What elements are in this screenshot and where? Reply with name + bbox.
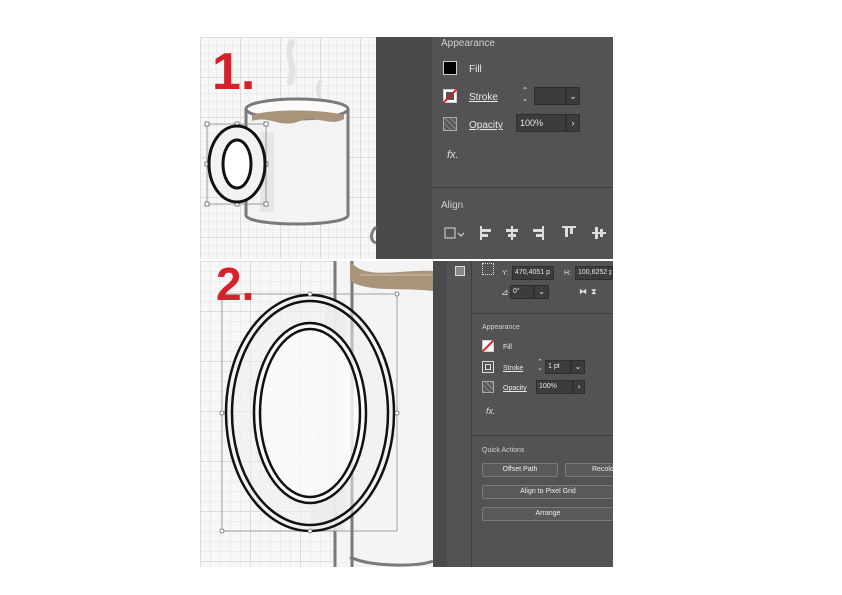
offset-path-button[interactable]: Offset Path: [482, 463, 558, 477]
stroke-weight-field[interactable]: [534, 87, 566, 105]
stroke-stepper-icon[interactable]: ⌃ ⌄: [518, 87, 532, 105]
properties-panel-1: Appearance Fill Stroke ⌃ ⌄ ⌄ Opacity 100%…: [432, 37, 613, 259]
stroke-swatch[interactable]: [443, 89, 457, 103]
panel1-divider: [432, 187, 613, 188]
stroke-label-2[interactable]: Stroke: [503, 365, 523, 372]
panel2-divider-2: [472, 435, 613, 436]
opacity-expand-button[interactable]: ›: [566, 114, 580, 132]
stroke-swatch-2[interactable]: [482, 361, 494, 373]
properties-panel-2: Y: 470,4051 p H: 100,6252 p ⊿ 0° ⌄ ⧓⧗ Ap…: [472, 261, 613, 567]
stroke-label[interactable]: Stroke: [469, 92, 498, 103]
appearance-title: Appearance: [441, 38, 495, 49]
fx-icon[interactable]: fx.: [447, 149, 459, 161]
reference-point-icon[interactable]: [482, 263, 494, 275]
fx-icon-2[interactable]: fx.: [486, 406, 496, 416]
flip-icons[interactable]: ⧓⧗: [579, 287, 601, 297]
stroke-weight-dropdown[interactable]: ⌄: [566, 87, 580, 105]
panel2-left-strip: [433, 261, 447, 567]
appearance-title-2: Appearance: [482, 324, 520, 331]
opacity-icon-2: [482, 381, 494, 393]
quick-actions-title: Quick Actions: [482, 447, 525, 454]
y-field[interactable]: 470,4051 p: [512, 266, 554, 280]
opacity-label[interactable]: Opacity: [469, 120, 503, 131]
fill-swatch-none[interactable]: [482, 340, 494, 352]
stroke-stepper-icon-2[interactable]: ⌃ ⌄: [537, 359, 543, 372]
fill-swatch[interactable]: [443, 61, 457, 75]
opacity-expand-button-2[interactable]: ›: [573, 380, 585, 394]
align-icon-row[interactable]: [442, 223, 613, 245]
stroke-weight-dropdown-2[interactable]: ⌄: [571, 360, 585, 374]
rotate-icon: ⊿: [501, 287, 509, 297]
stroke-weight-field-2[interactable]: 1 pt: [545, 360, 571, 374]
align-title: Align: [441, 200, 464, 211]
align-to-pixel-grid-button[interactable]: Align to Pixel Grid: [482, 485, 613, 499]
recolor-button[interactable]: Recolo: [565, 463, 613, 477]
opacity-icon: [443, 117, 457, 131]
step-2-number: 2.: [216, 258, 255, 310]
y-label: Y:: [502, 270, 509, 277]
step-1-number: 1.: [212, 43, 256, 101]
fill-label[interactable]: Fill: [469, 64, 482, 75]
opacity-label-2[interactable]: Opacity: [503, 385, 527, 392]
panel2-divider-1: [472, 313, 613, 314]
opacity-field[interactable]: 100%: [516, 114, 566, 132]
arrange-button[interactable]: Arrange: [482, 507, 613, 521]
h-field[interactable]: 100,6252 p: [575, 266, 613, 280]
h-label: H:: [564, 270, 571, 277]
opacity-field-2[interactable]: 100%: [536, 380, 573, 394]
rotate-field[interactable]: 0°: [510, 285, 534, 299]
rotate-dropdown[interactable]: ⌄: [534, 285, 549, 299]
panel2-tool-strip: [447, 261, 472, 567]
layers-icon[interactable]: [455, 266, 465, 276]
fill-label-2[interactable]: Fill: [503, 344, 512, 351]
